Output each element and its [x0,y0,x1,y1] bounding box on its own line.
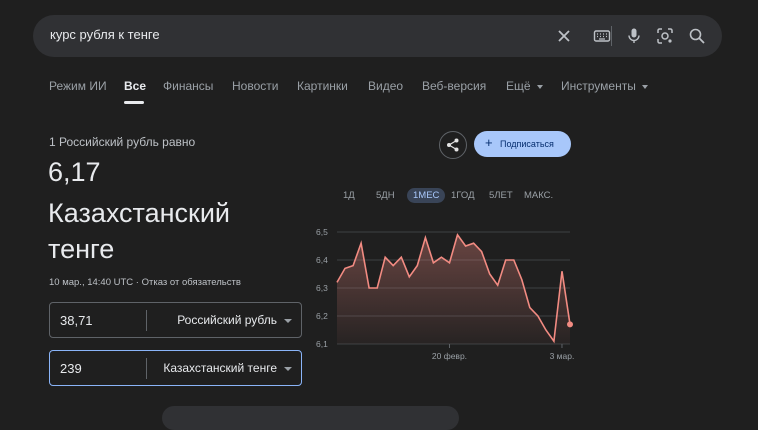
tab-news[interactable]: Новости [232,79,278,93]
tab-tools-label: Инструменты [561,79,636,93]
tab-finance[interactable]: Финансы [163,79,213,93]
equals-text: 1 Российский рубль равно [49,135,195,149]
more-button[interactable] [162,406,459,430]
range-max[interactable]: МАКС. [524,190,553,201]
range-1y[interactable]: 1ГОД [451,190,475,201]
tab-images[interactable]: Картинки [297,79,348,93]
exchange-rate-chart[interactable]: 6,5 6,4 6,3 6,2 6,1 20 февр. 3 мар. [312,222,577,367]
search-icon[interactable] [687,26,707,46]
microphone-icon[interactable] [624,26,644,46]
active-tab-indicator [124,101,144,104]
search-bar[interactable]: курс рубля к тенге [33,15,722,57]
subscribe-button[interactable]: + Подписаться [474,131,571,157]
x-tick-label: 20 февр. [432,351,467,361]
tab-more[interactable]: Ещё [506,79,543,93]
timestamp-disclaimer[interactable]: 10 мар., 14:40 UTC · Отказ от обязательс… [49,277,241,288]
plus-icon: + [485,136,493,150]
clear-icon[interactable] [554,26,574,46]
keyboard-icon[interactable] [592,26,612,46]
tab-web[interactable]: Веб-версия [422,79,486,93]
chevron-down-icon [642,85,648,89]
converter-divider [146,310,147,331]
from-amount-input[interactable]: 38,71 [60,313,93,328]
chevron-down-icon[interactable] [284,367,292,371]
tab-all[interactable]: Все [124,79,146,93]
to-currency-select[interactable]: Казахстанский тенге [163,361,277,375]
tab-video[interactable]: Видео [368,79,403,93]
y-tick-label: 6,1 [316,339,328,349]
share-button[interactable] [439,131,467,159]
converter-divider [146,358,147,379]
y-tick-label: 6,3 [316,283,328,293]
range-5d[interactable]: 5ДН [376,190,395,201]
tab-more-label: Ещё [506,79,531,93]
range-1m[interactable]: 1МЕС [407,188,445,203]
y-tick-label: 6,5 [316,227,328,237]
y-tick-label: 6,4 [316,255,328,265]
tab-ai-mode[interactable]: Режим ИИ [49,79,107,93]
subscribe-label: Подписаться [500,139,554,149]
range-1d[interactable]: 1Д [343,190,355,201]
chevron-down-icon[interactable] [284,319,292,323]
share-icon [440,132,466,158]
to-converter-row: 239 Казахстанский тенге [49,350,302,386]
chart-current-point [567,321,573,327]
camera-lens-icon[interactable] [655,26,675,46]
from-converter-row: 38,71 Российский рубль [49,302,302,338]
converted-amount: 6,17 [48,157,101,188]
chevron-down-icon [537,85,543,89]
to-amount-input[interactable]: 239 [60,361,82,376]
tab-tools[interactable]: Инструменты [561,79,648,93]
range-5y[interactable]: 5ЛЕТ [489,190,513,201]
target-currency-name: Казахстанский тенге [48,195,288,267]
x-tick-label: 3 мар. [550,351,575,361]
from-currency-select[interactable]: Российский рубль [177,313,277,327]
search-input[interactable]: курс рубля к тенге [50,27,160,42]
y-tick-label: 6,2 [316,311,328,321]
